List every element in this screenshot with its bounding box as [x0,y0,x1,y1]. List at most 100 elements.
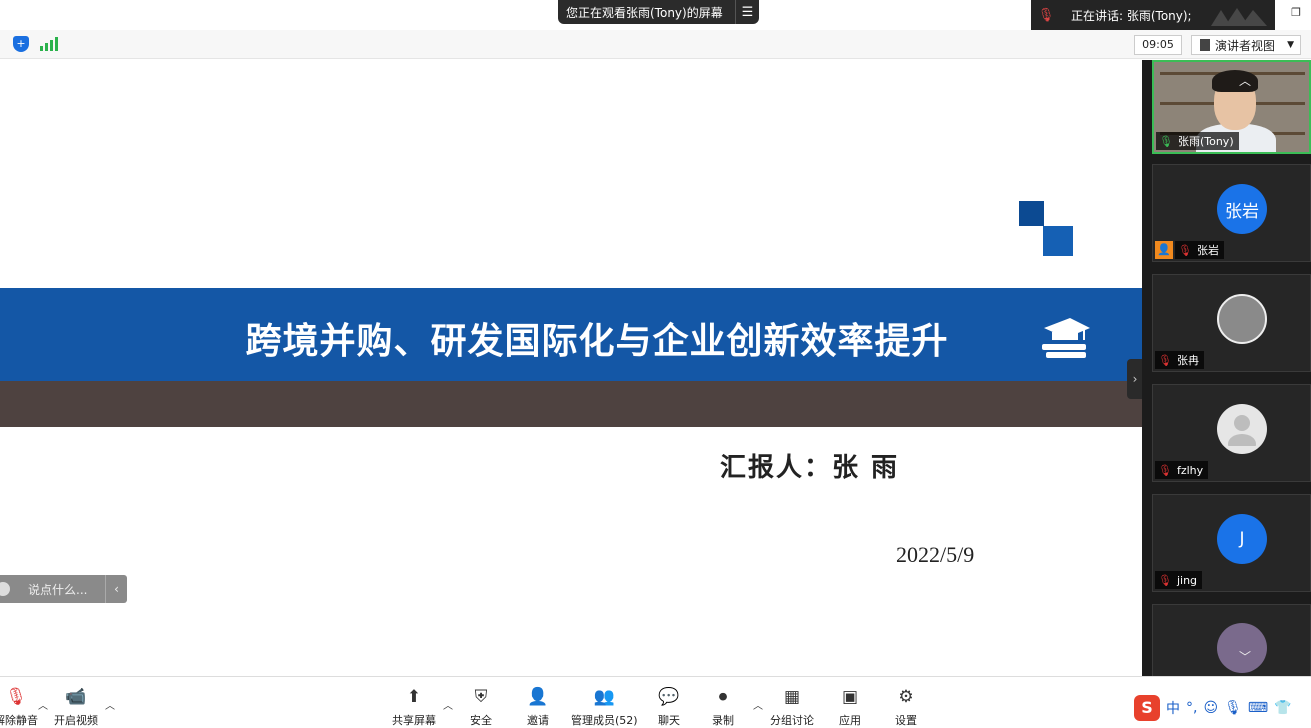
chevron-left-icon[interactable]: ‹ [105,575,127,603]
breakout-icon: ▦ [783,687,801,707]
active-speaker-bar: 🎙 正在讲话: 张雨(Tony); [1031,0,1275,30]
chat-label: 聊天 [658,714,680,727]
mic-icon[interactable]: 🎙 [1224,700,1242,716]
chevron-up-icon[interactable]: ︿ [753,697,763,712]
shared-slide: 跨境并购、研发国际化与企业创新效率提升 汇报人：张 雨 2022/5/9 说点什… [0,60,1142,676]
settings-label: 设置 [895,714,917,727]
participants-label: 管理成员(52) [571,714,638,727]
record-label: 录制 [712,714,734,727]
screen-share-banner: 您正在观看张雨(Tony)的屏幕 ☰ [558,0,759,24]
meeting-controls: 🎙 解除静音 ︿ 📹 开启视频 ︿ ⬆ 共享屏幕 ︿ ⛨ 安全 👤 邀请 👥 管… [0,676,1311,727]
participant-tile[interactable]: J 🎙 jing [1152,494,1311,592]
add-user-icon: 👤 [527,687,549,707]
ime-toolbar[interactable]: S 中 °, ☺ 🎙 ⌨ 👕 [1134,693,1311,723]
meeting-timer: 09:05 [1134,35,1182,55]
view-mode-label: 演讲者视图 [1215,38,1276,53]
muted-mic-icon: 🎙 [5,687,27,707]
participant-panel: 🎙 张雨(Tony) 张岩 👤 🎙 张岩 🎙 张冉 🎙 fzlhy J 🎙 ji… [1142,60,1311,676]
ime-punct[interactable]: °, [1186,700,1197,716]
viewing-screen-label: 您正在观看张雨(Tony)的屏幕 [566,5,723,20]
view-mode-dropdown[interactable]: 演讲者视图 ▼ [1191,35,1301,55]
participant-name: jing [1176,573,1198,587]
emoji-icon[interactable] [0,582,10,596]
graduation-cap-icon [1042,318,1090,358]
participant-tile[interactable]: 🎙 fzlhy [1152,384,1311,482]
participant-name: 张冉 [1176,354,1199,367]
apps-label: 应用 [839,714,861,727]
invite-label: 邀请 [527,714,549,727]
muted-mic-icon: 🎙 [1178,243,1192,257]
start-video-button[interactable]: 📹 开启视频 [54,686,98,728]
chat-button[interactable]: 💬 聊天 [658,686,680,728]
participant-tile[interactable]: 张岩 👤 🎙 张岩 [1152,164,1311,262]
subtitle-band [0,381,1142,427]
sogou-icon[interactable]: S [1134,695,1160,721]
mic-on-icon: 🎙 [1159,134,1173,148]
deco-square-dark [1019,201,1044,226]
slide-title: 跨境并购、研发国际化与企业创新效率提升 [245,321,949,362]
active-speaker-label: 正在讲话: 张雨(Tony); [1071,8,1192,23]
participant-nametag: 🎙 jing [1155,571,1203,589]
host-icon: 👤 [1155,241,1173,259]
apps-button[interactable]: ▣ 应用 [839,686,861,728]
participant-nametag: 🎙 fzlhy [1155,461,1209,479]
chevron-down-icon[interactable]: ﹀ [1233,648,1257,664]
apps-icon: ▣ [841,687,859,707]
chat-placeholder: 说点什么... [28,582,88,597]
share-screen-button[interactable]: ⬆ 共享屏幕 [392,686,436,728]
settings-button[interactable]: ⚙ 设置 [895,686,917,728]
record-button[interactable]: ⏺ 录制 [712,686,734,728]
avatar [1217,294,1267,344]
ime-lang[interactable]: 中 [1166,698,1180,718]
emoji-icon[interactable]: ☺ [1203,700,1218,716]
breakout-rooms-button[interactable]: ▦ 分组讨论 [770,686,814,728]
shield-icon: ⛨ [474,687,488,707]
muted-mic-icon: 🎙 [1158,463,1172,477]
share-screen-icon: ⬆ [406,687,422,707]
manage-participants-button[interactable]: 👥 管理成员(52) [571,686,638,728]
unmute-button[interactable]: 🎙 解除静音 [0,686,38,728]
security-button[interactable]: ⛨ 安全 [470,686,492,728]
reporter-label: 汇报人：张 雨 [720,453,900,483]
participant-nametag: 🎙 张冉 [1155,351,1204,369]
participant-name: fzlhy [1176,463,1204,477]
restore-window-icon[interactable]: ❐ [1288,6,1304,22]
chevron-up-icon[interactable]: ︿ [38,697,48,712]
list-menu-icon[interactable]: ☰ [735,0,759,24]
default-user-icon [1228,415,1256,446]
unmute-label: 解除静音 [0,714,38,727]
chevron-up-icon[interactable]: ︿ [1233,72,1257,88]
participant-nametag: 🎙 张雨(Tony) [1156,132,1239,150]
security-label: 安全 [470,714,492,727]
title-band: 跨境并购、研发国际化与企业创新效率提升 [0,288,1142,381]
participant-tile-speaker[interactable]: 🎙 张雨(Tony) [1152,60,1311,154]
shirt-icon[interactable]: 👕 [1274,700,1291,716]
collapse-panel-button[interactable]: › [1127,359,1143,399]
shield-icon[interactable]: + [13,36,29,52]
avatar [1217,404,1267,454]
participant-name: 张岩 [1196,244,1219,257]
muted-mic-icon: 🎙 [1158,573,1172,587]
participant-tile[interactable]: 🎙 张冉 [1152,274,1311,372]
chat-input-bubble[interactable]: 说点什么... ‹ [0,575,127,603]
video-off-icon: 📹 [65,687,87,707]
invite-button[interactable]: 👤 邀请 [527,686,549,728]
start-video-label: 开启视频 [54,714,98,727]
chevron-down-icon: ▼ [1287,40,1294,50]
chevron-up-icon[interactable]: ︿ [105,697,115,712]
avatar: J [1217,514,1267,564]
signal-strength-icon[interactable] [40,37,58,51]
muted-mic-icon: 🎙 [1037,7,1055,23]
muted-mic-icon: 🎙 [1158,353,1172,367]
avatar: 张岩 [1217,184,1267,234]
view-grid-icon [1200,39,1210,51]
slide-date: 2022/5/9 [896,542,975,567]
chevron-up-icon[interactable]: ︿ [443,697,453,712]
breakout-label: 分组讨论 [770,714,814,727]
participants-icon: 👥 [593,687,615,707]
participant-tile[interactable] [1152,604,1311,676]
keyboard-icon[interactable]: ⌨ [1248,700,1268,716]
meeting-toolbar: + 09:05 演讲者视图 ▼ [0,30,1311,59]
record-icon: ⏺ [718,687,728,707]
speaker-wave-icon [1211,8,1267,26]
